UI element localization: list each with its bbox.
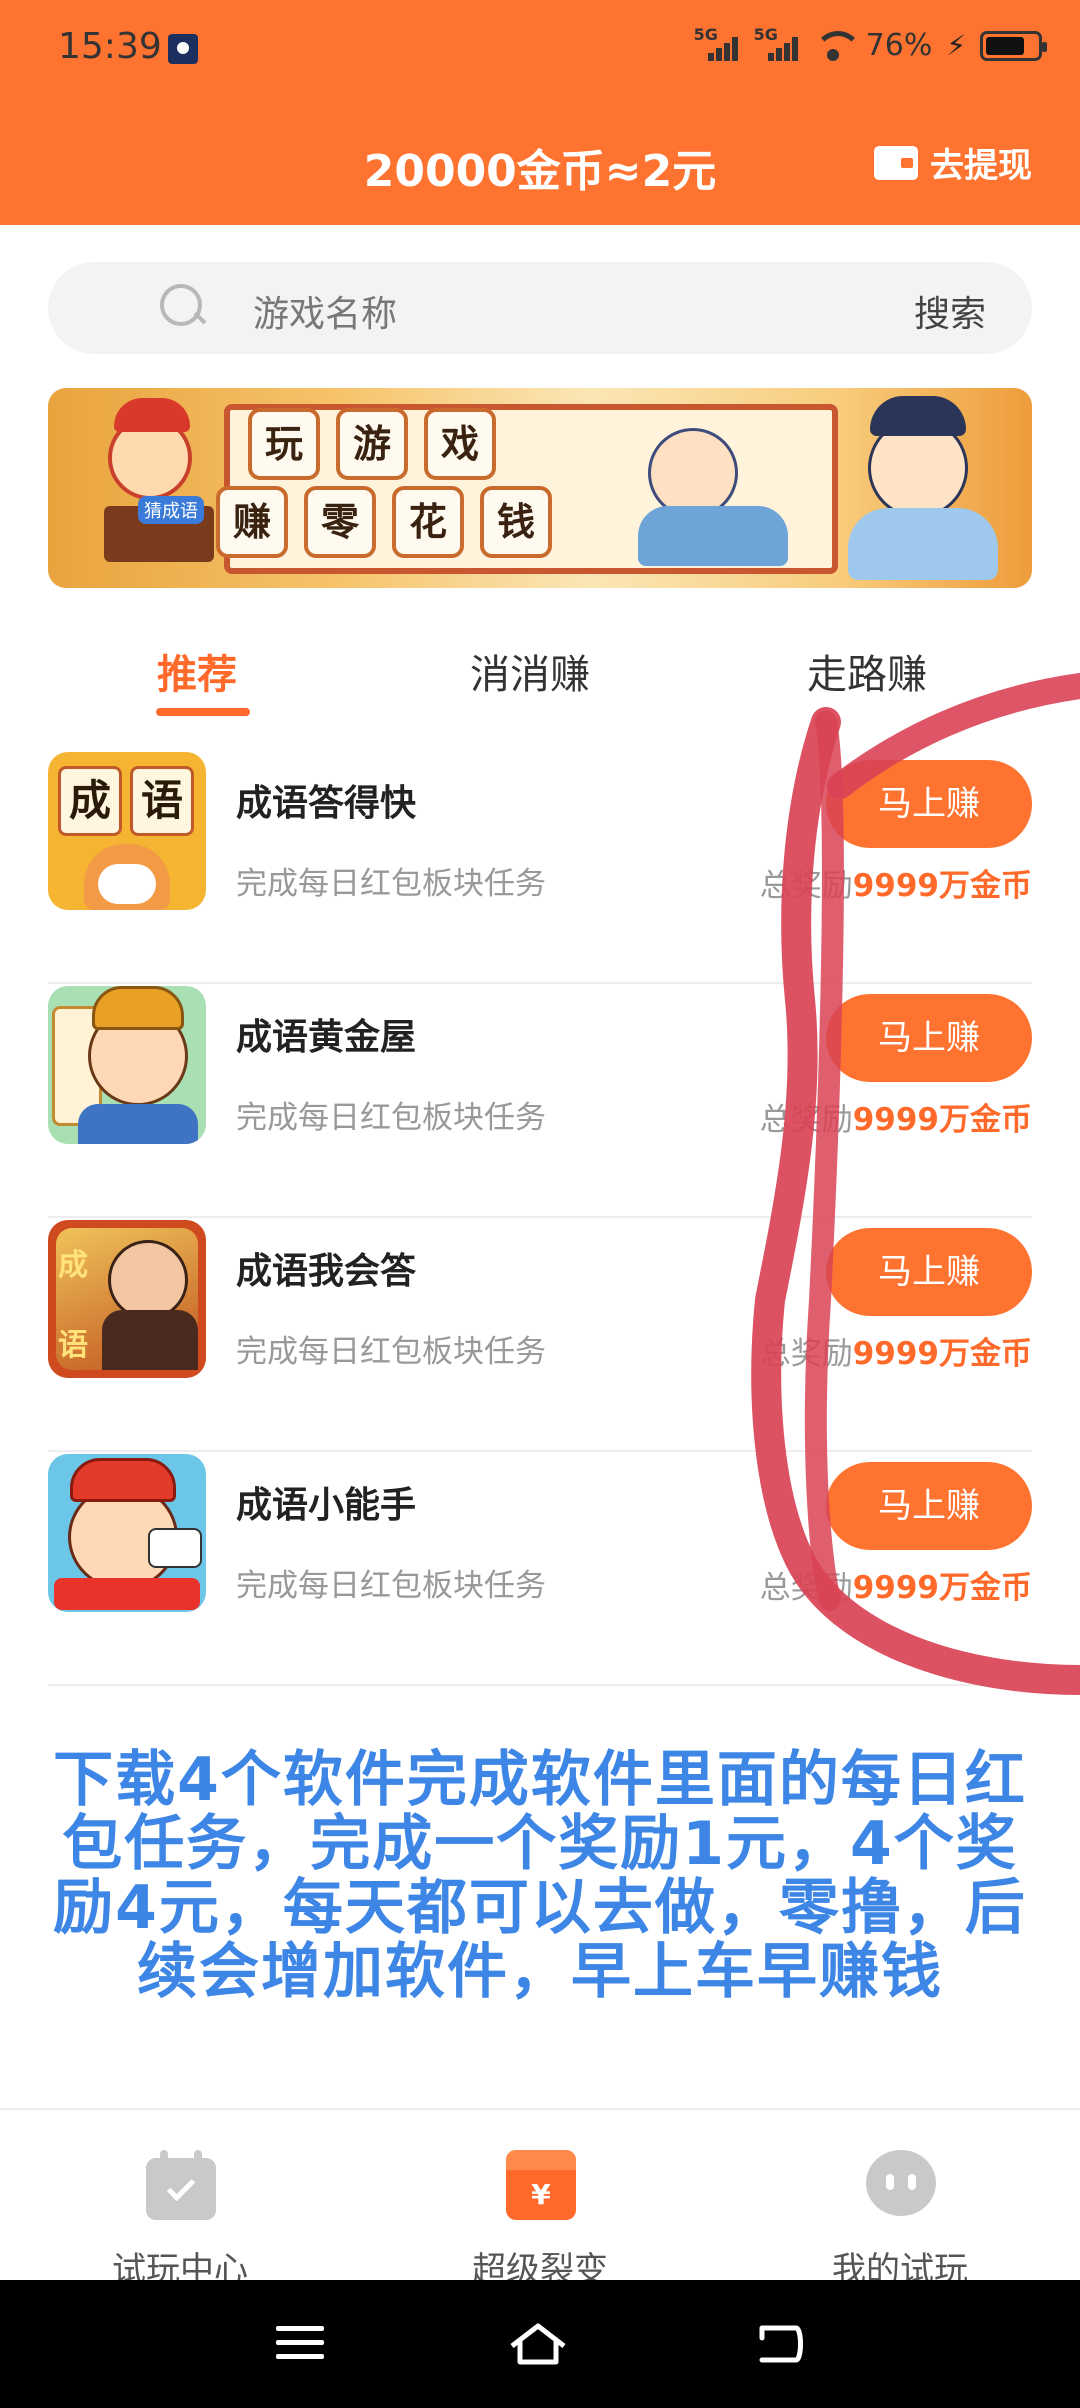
battery-icon bbox=[980, 30, 1047, 61]
list-item[interactable]: 成语黄金屋 完成每日红包板块任务 马上赚 总奖励9999万金币 bbox=[0, 984, 1080, 1218]
reward-amount: 9999万金币 bbox=[852, 1102, 1032, 1138]
status-time: 15:39 bbox=[58, 26, 162, 67]
game-title: 成语小能手 bbox=[236, 1485, 417, 1526]
game-title: 成语我会答 bbox=[236, 1251, 417, 1292]
reward-prefix: 总奖励 bbox=[759, 1336, 853, 1372]
game-thumbnail bbox=[48, 986, 206, 1144]
system-nav-bar bbox=[0, 2280, 1080, 2408]
banner-tile: 赚 bbox=[216, 486, 288, 558]
reward-prefix: 总奖励 bbox=[759, 1570, 853, 1606]
network-type-1: 5G bbox=[693, 24, 718, 44]
banner-scholar-body bbox=[638, 506, 788, 566]
game-desc: 完成每日红包板块任务 bbox=[236, 1100, 546, 1136]
reward-text: 总奖励9999万金币 bbox=[760, 1562, 1032, 1607]
game-title: 成语答得快 bbox=[236, 783, 417, 824]
app-notification-icon bbox=[168, 34, 198, 64]
top-header: 15:39 5G 5G 76% ⚡ 20000金币≈2元 去提现 bbox=[0, 0, 1080, 225]
banner-character-right-body bbox=[848, 508, 998, 580]
signal-icon-2: 5G bbox=[754, 25, 800, 61]
banner-badge: 猜成语 bbox=[138, 496, 204, 524]
banner-hat-left bbox=[114, 398, 190, 432]
reward-prefix: 总奖励 bbox=[759, 868, 853, 904]
promo-banner[interactable]: 猜成语 玩游戏赚零花钱 bbox=[48, 388, 1032, 588]
banner-hat-right bbox=[870, 396, 966, 436]
game-thumbnail: 成 语 bbox=[48, 752, 206, 910]
reward-amount: 9999万金币 bbox=[852, 868, 1032, 904]
banner-tile: 零 bbox=[304, 486, 376, 558]
reward-prefix: 总奖励 bbox=[759, 1102, 853, 1138]
banner-tile: 玩 bbox=[248, 408, 320, 480]
menu-icon[interactable] bbox=[276, 2322, 324, 2362]
withdraw-label: 去提现 bbox=[930, 146, 1032, 186]
list-item[interactable]: 成 语 成语答得快 完成每日红包板块任务 马上赚 总奖励9999万金币 bbox=[0, 750, 1080, 984]
list-item[interactable]: 成语小能手 完成每日红包板块任务 马上赚 总奖励9999万金币 bbox=[0, 1452, 1080, 1686]
tab-recommend[interactable]: 推荐 bbox=[157, 642, 237, 700]
wallet-icon bbox=[874, 145, 918, 180]
search-button[interactable]: 搜索 bbox=[914, 285, 986, 337]
reward-text: 总奖励9999万金币 bbox=[760, 1094, 1032, 1139]
active-tab-indicator bbox=[156, 708, 250, 716]
status-bar: 15:39 5G 5G 76% ⚡ bbox=[0, 0, 1080, 100]
banner-tile: 戏 bbox=[424, 408, 496, 480]
bottom-nav: 试玩中心 ¥ 超级裂变 我的试玩 bbox=[0, 2108, 1080, 2290]
banner-tile: 花 bbox=[392, 486, 464, 558]
wifi-icon bbox=[813, 30, 862, 61]
divider bbox=[48, 1684, 1032, 1686]
game-desc: 完成每日红包板块任务 bbox=[236, 866, 546, 902]
red-packet-icon: ¥ bbox=[506, 2150, 576, 2220]
status-icons: 5G 5G 76% ⚡ bbox=[694, 25, 1047, 63]
withdraw-button[interactable]: 去提现 bbox=[874, 138, 1032, 187]
earn-now-button[interactable]: 马上赚 bbox=[826, 1462, 1032, 1550]
back-icon[interactable] bbox=[752, 2322, 806, 2366]
charging-icon: ⚡ bbox=[946, 29, 966, 62]
reward-amount: 9999万金币 bbox=[852, 1570, 1032, 1606]
search-bar[interactable]: 游戏名称 搜索 bbox=[48, 262, 1032, 354]
battery-percent: 76% bbox=[865, 28, 933, 63]
banner-scholar bbox=[648, 428, 738, 518]
tab-match-earn[interactable]: 消消赚 bbox=[470, 642, 590, 700]
list-item[interactable]: 成 语 成语我会答 完成每日红包板块任务 马上赚 总奖励9999万金币 bbox=[0, 1218, 1080, 1452]
search-icon bbox=[160, 284, 204, 328]
earn-now-button[interactable]: 马上赚 bbox=[826, 1228, 1032, 1316]
calendar-check-icon bbox=[146, 2150, 216, 2220]
category-tabs: 推荐 消消赚 走路赚 bbox=[0, 620, 1080, 716]
earn-now-button[interactable]: 马上赚 bbox=[826, 994, 1032, 1082]
game-desc: 完成每日红包板块任务 bbox=[236, 1334, 546, 1370]
search-input[interactable]: 游戏名称 bbox=[253, 285, 397, 337]
game-desc: 完成每日红包板块任务 bbox=[236, 1568, 546, 1604]
reward-amount: 9999万金币 bbox=[852, 1336, 1032, 1372]
chat-bubble-icon bbox=[866, 2150, 936, 2220]
game-thumbnail bbox=[48, 1454, 206, 1612]
banner-tile: 钱 bbox=[480, 486, 552, 558]
banner-tile: 游 bbox=[336, 408, 408, 480]
network-type-2: 5G bbox=[753, 24, 778, 44]
promo-annotation-text: 下载4个软件完成软件里面的每日红包任务，完成一个奖励1元，4个奖励4元，每天都可… bbox=[53, 1745, 1027, 2007]
reward-text: 总奖励9999万金币 bbox=[760, 1328, 1032, 1373]
tab-walk-earn[interactable]: 走路赚 bbox=[807, 642, 927, 700]
game-title: 成语黄金屋 bbox=[236, 1017, 417, 1058]
home-icon[interactable] bbox=[508, 2322, 568, 2366]
earn-now-button[interactable]: 马上赚 bbox=[826, 760, 1032, 848]
reward-text: 总奖励9999万金币 bbox=[760, 860, 1032, 905]
game-thumbnail: 成 语 bbox=[48, 1220, 206, 1378]
signal-icon: 5G bbox=[694, 25, 740, 61]
